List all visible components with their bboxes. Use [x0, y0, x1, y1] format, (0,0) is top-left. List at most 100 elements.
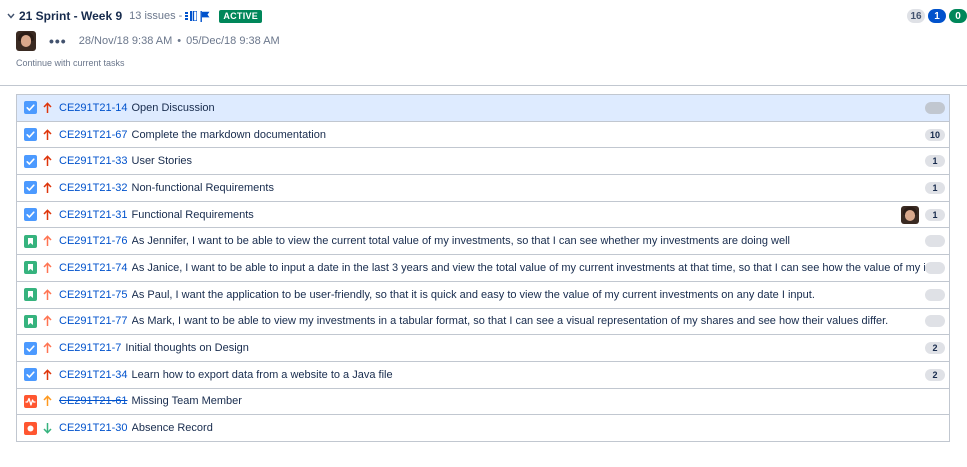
issue-row[interactable]: CE291T21-7 Initial thoughts on Design 2 [17, 335, 949, 362]
estimate-badge: 2 [925, 368, 945, 381]
arrow-up-icon [42, 262, 52, 274]
issue-key-link[interactable]: CE291T21-74 [59, 262, 128, 274]
issue-trailing: 1 [925, 181, 945, 194]
dot-icon [24, 421, 37, 435]
arrow-up-icon [42, 102, 52, 114]
issue-summary: Non-functional Requirements [131, 181, 274, 194]
arrow-up-icon [42, 182, 52, 194]
issue-row[interactable]: CE291T21-33 User Stories 1 [17, 148, 949, 176]
issue-summary: As Jennifer, I want to be able to view t… [131, 235, 791, 248]
board-icon[interactable] [185, 11, 198, 21]
estimate-badge [925, 288, 945, 301]
issue-row[interactable]: CE291T21-34 Learn how to export data from… [17, 361, 949, 389]
issue-list: CE291T21-14 Open Discussion CE291T21-67 Com… [16, 94, 950, 442]
issue-status-counters: 16 1 0 [907, 9, 967, 23]
divider [0, 85, 967, 86]
issue-key-link[interactable]: CE291T21-7 [59, 342, 121, 354]
issue-key-link[interactable]: CE291T21-34 [59, 369, 128, 381]
todo-count-badge: 16 [907, 9, 925, 23]
issue-key-link[interactable]: CE291T21-32 [59, 182, 128, 194]
sprint-end-date: 05/Dec/18 9:38 AM [186, 35, 280, 47]
issue-trailing [925, 235, 945, 248]
issue-summary: Absence Record [131, 422, 213, 435]
estimate-badge [925, 315, 945, 328]
checkbox-icon [24, 101, 37, 115]
more-options-icon[interactable]: ••• [49, 34, 67, 48]
issue-summary: Complete the markdown documentation [131, 128, 326, 141]
issue-row[interactable]: CE291T21-30 Absence Record [17, 415, 949, 442]
estimate-badge: 1 [925, 208, 945, 221]
issue-row[interactable]: CE291T21-74 As Janice, I want to be able … [17, 255, 949, 282]
issue-trailing: 2 [925, 342, 945, 355]
issue-summary: As Paul, I want the application to be us… [131, 288, 815, 301]
issue-key-link[interactable]: CE291T21-67 [59, 129, 128, 141]
arrow-up-icon [42, 342, 52, 354]
issue-key-link[interactable]: CE291T21-30 [59, 422, 128, 434]
arrow-up-icon [42, 395, 52, 407]
arrow-up-icon [42, 155, 52, 167]
issue-key-link[interactable]: CE291T21-76 [59, 235, 128, 247]
issue-summary: As Mark, I want to be able to view my in… [131, 315, 889, 328]
issue-row[interactable]: CE291T21-67 Complete the markdown documen… [17, 121, 949, 149]
issue-trailing: 1 [925, 155, 945, 168]
checkbox-icon [24, 368, 37, 382]
avatar[interactable] [16, 31, 36, 51]
issue-summary: User Stories [131, 155, 193, 168]
checkbox-icon [24, 154, 37, 168]
issue-key-link[interactable]: CE291T21-31 [59, 209, 128, 221]
bookmark-icon [24, 234, 37, 248]
issue-trailing [925, 315, 945, 328]
issue-trailing [925, 261, 945, 274]
in-progress-count-badge: 1 [928, 9, 946, 23]
issue-row[interactable]: CE291T21-77 As Mark, I want to be able to… [17, 308, 949, 336]
issue-row[interactable]: CE291T21-75 As Paul, I want the applicati… [17, 281, 949, 309]
issue-row[interactable]: CE291T21-14 Open Discussion [17, 95, 949, 122]
issue-key-link[interactable]: CE291T21-33 [59, 155, 128, 167]
sprint-title[interactable]: 21 Sprint - Week 9 [19, 9, 122, 23]
estimate-badge: 10 [925, 128, 945, 141]
issue-trailing: 1 [901, 205, 945, 224]
arrow-up-icon [42, 288, 52, 301]
checkbox-icon [24, 341, 37, 355]
issue-trailing [925, 101, 945, 114]
arrow-up-icon [42, 128, 52, 141]
arrow-up-icon [42, 208, 52, 221]
issue-key-link[interactable]: CE291T21-61 [59, 395, 128, 407]
issue-row[interactable]: CE291T21-32 Non-functional Requirements 1 [17, 175, 949, 202]
estimate-badge [925, 235, 945, 248]
issue-count: 13 issues [129, 10, 176, 22]
status-badge: ACTIVE [219, 9, 263, 23]
issue-summary: Learn how to export data from a website … [131, 368, 393, 381]
issue-row[interactable]: CE291T21-31 Functional Requirements 1 [17, 201, 949, 229]
estimate-badge [925, 261, 945, 274]
chevron-down-icon[interactable] [6, 11, 16, 21]
issue-trailing [925, 288, 945, 301]
estimate-badge [925, 101, 945, 114]
issue-summary: Open Discussion [131, 101, 215, 114]
arrow-up-icon [42, 235, 52, 247]
issue-row[interactable]: CE291T21-61 Missing Team Member [17, 388, 949, 416]
date-separator: • [177, 35, 182, 47]
issue-key-link[interactable]: CE291T21-77 [59, 315, 128, 327]
issue-key-link[interactable]: CE291T21-75 [59, 289, 128, 301]
flag-icon[interactable] [200, 10, 210, 22]
estimate-badge: 2 [925, 342, 945, 355]
issue-trailing: 10 [925, 128, 945, 141]
sprint-header: 21 Sprint - Week 9 13 issues - ACTIVE 16… [0, 0, 967, 86]
issue-summary: As Janice, I want to be able to input a … [131, 261, 926, 274]
pulse-icon [24, 394, 37, 408]
done-count-badge: 0 [949, 9, 967, 23]
issue-summary: Functional Requirements [131, 208, 254, 221]
assignee-avatar[interactable] [901, 205, 919, 224]
issue-trailing: 2 [925, 368, 945, 381]
sprint-start-date: 28/Nov/18 9:38 AM [78, 35, 173, 47]
checkbox-icon [24, 128, 37, 142]
checkbox-icon [24, 208, 37, 222]
issue-key-link[interactable]: CE291T21-14 [59, 102, 128, 114]
sprint-goal: Continue with current tasks [16, 58, 125, 68]
estimate-badge: 1 [925, 155, 945, 168]
estimate-badge: 1 [925, 181, 945, 194]
issue-summary: Missing Team Member [131, 395, 242, 408]
issue-row[interactable]: CE291T21-76 As Jennifer, I want to be abl… [17, 228, 949, 256]
sprint-dates: 28/Nov/18 9:38 AM • 05/Dec/18 9:38 AM [79, 35, 280, 47]
